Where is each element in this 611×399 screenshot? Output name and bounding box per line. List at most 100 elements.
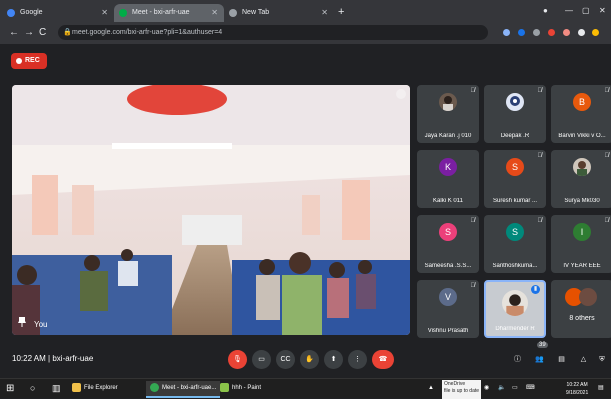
search-icon[interactable]: ○ [30, 381, 35, 396]
participant-tile[interactable]: 🎙̸ S Sameesha .S.S... [417, 215, 479, 273]
participant-name: Surya Mk030 [564, 198, 600, 204]
task-view-icon[interactable]: ▥ [52, 381, 61, 396]
extension-icon[interactable] [563, 29, 570, 36]
participant-tile[interactable]: 🎙̸ S Santhoshkuma... [484, 215, 546, 273]
extension-icon[interactable] [548, 29, 555, 36]
windows-taskbar: ⊞ ○ ▥ File Explorer Meet - bxi-arfr-uae.… [0, 378, 611, 399]
participant-tile[interactable]: 🎙̸ Surya Mk030 [551, 150, 611, 208]
taskbar-paint[interactable]: hhh - Paint [220, 381, 261, 396]
url-text: meet.google.com/bxi-arfr-uae?pli=1&authu… [72, 29, 223, 36]
participant-name: Suresh kumar ... [492, 198, 537, 204]
chat-icon[interactable]: ▤ [552, 350, 571, 369]
participant-name: Jaya Karan .j 010 [424, 133, 472, 139]
chrome-icon [150, 382, 159, 392]
battery-icon[interactable]: ▭ [512, 381, 518, 396]
chrome-favicon-icon [229, 9, 237, 17]
audio-indicator-icon [396, 89, 406, 99]
muted-mic-icon: 🎙̸ [470, 88, 476, 94]
network-icon[interactable]: ◉ [484, 381, 489, 396]
people-icon[interactable]: 👥 [530, 350, 549, 369]
separator: | [48, 354, 51, 363]
participant-name: Sameesha .S.S... [424, 263, 472, 269]
participant-tile[interactable]: 🎙̸ I IV YEAR EEE [551, 215, 611, 273]
muted-mic-icon: 🎙̸ [537, 153, 543, 159]
participant-tile[interactable]: 🎙̸ Jaya Karan .j 010 [417, 85, 479, 143]
browser-tab-bar: Google ✕ Meet - bxi-arfr-uae ✕ New Tab ✕… [0, 0, 611, 22]
notifications-icon[interactable]: ▤ [598, 381, 604, 396]
participant-photo-icon [502, 290, 528, 316]
extension-icon[interactable] [503, 29, 510, 36]
url-field[interactable]: 🔒 meet.google.com/bxi-arfr-uae?pli=1&aut… [58, 25, 488, 40]
tab-google[interactable]: Google ✕ [2, 4, 114, 22]
leave-call-button[interactable]: ☎ [372, 350, 394, 369]
tray-up-arrow-icon[interactable]: ▲ [428, 381, 434, 396]
extensions-puzzle-icon[interactable] [578, 29, 585, 36]
muted-mic-icon: 🎙̸ [537, 218, 543, 224]
clock-time: 10:22 AM [566, 382, 588, 388]
more-options-button[interactable]: ⋮ [348, 350, 367, 369]
new-tab-button[interactable]: + [338, 4, 344, 20]
participant-tile-speaking[interactable]: ▮ Dharmender R [484, 280, 546, 338]
speaking-indicator-icon: ▮ [531, 285, 540, 294]
info-icon[interactable]: ⓘ [508, 350, 527, 369]
camera-button[interactable]: ▭ [252, 350, 271, 369]
taskbar-chrome-meet[interactable]: Meet - bxi-arfr-uae... [146, 381, 221, 398]
close-tab-icon[interactable]: ✕ [101, 4, 108, 22]
participant-name: Santhoshkuma... [492, 263, 538, 269]
back-button[interactable]: ← [9, 26, 19, 40]
taskbar-file-explorer[interactable]: File Explorer [72, 381, 118, 396]
tab-meet[interactable]: Meet - bxi-arfr-uae ✕ [114, 4, 224, 22]
participant-tile[interactable]: 🎙̸ B Barvin Vikki v O... [551, 85, 611, 143]
participant-avatar: V [439, 288, 457, 306]
muted-mic-icon: 🎙̸ [470, 218, 476, 224]
taskbar-label: File Explorer [84, 385, 118, 391]
close-window-button[interactable]: ✕ [599, 4, 606, 18]
host-controls-icon[interactable]: ⛨ [595, 350, 609, 369]
participant-avatar: S [506, 223, 524, 241]
present-button[interactable]: ⬆ [324, 350, 343, 369]
taskbar-label: hhh - Paint [232, 385, 262, 391]
volume-icon[interactable]: 🔈 [498, 381, 505, 396]
extension-icon[interactable] [533, 29, 540, 36]
participant-avatar: S [506, 158, 524, 176]
start-button[interactable]: ⊞ [6, 381, 14, 396]
participant-tile[interactable]: K Kalki K 011 [417, 150, 479, 208]
maximize-button[interactable]: ▢ [582, 4, 590, 18]
language-icon[interactable]: ⌨ [526, 381, 535, 396]
participant-name: Barvin Vikki v O... [558, 133, 606, 139]
participant-name: Kalki K 011 [433, 198, 463, 204]
folder-icon [72, 382, 81, 392]
tray-clock[interactable]: 10:22 AM 9/18/2021 [566, 379, 588, 398]
pin-icon[interactable] [18, 317, 26, 327]
mic-off-button[interactable]: 🎙 [228, 350, 247, 369]
participant-name: Deepak .R [500, 133, 530, 139]
muted-mic-icon: 🎙̸ [604, 88, 610, 94]
close-tab-icon[interactable]: ✕ [211, 4, 218, 22]
tab-new-tab[interactable]: New Tab ✕ [224, 4, 334, 22]
participant-name: IV YEAR EEE [563, 263, 601, 269]
others-tile[interactable]: 8 others [551, 280, 611, 338]
activities-icon[interactable]: △ [574, 350, 593, 369]
captions-button[interactable]: CC [276, 350, 295, 369]
participant-avatar: I [573, 223, 591, 241]
main-video[interactable]: You [12, 85, 410, 335]
clock-date: 9/18/2021 [566, 390, 589, 396]
raise-hand-button[interactable]: ✋ [300, 350, 319, 369]
reload-button[interactable]: C [39, 26, 46, 40]
close-tab-icon[interactable]: ✕ [321, 4, 328, 22]
participant-photo-icon [439, 93, 457, 111]
participant-tile[interactable]: 🎙̸ V Vishnu Prasath [417, 280, 479, 338]
participant-photo-icon [573, 158, 591, 176]
forward-button[interactable]: → [24, 26, 34, 40]
profile-indicator-icon[interactable]: ● [543, 4, 548, 18]
minimize-button[interactable]: — [565, 4, 573, 18]
participant-tile[interactable]: 🎙̸ Deepak .R [484, 85, 546, 143]
tab-title: New Tab [242, 9, 270, 16]
lock-icon: 🔒 [63, 29, 72, 36]
profile-avatar-icon[interactable] [592, 29, 599, 36]
extension-icon[interactable] [518, 29, 525, 36]
tab-title: Meet - bxi-arfr-uae [132, 9, 190, 16]
participant-name: Dharmender R [495, 326, 535, 332]
participant-tile[interactable]: 🎙̸ S Suresh kumar ... [484, 150, 546, 208]
recording-badge: REC [11, 53, 47, 69]
